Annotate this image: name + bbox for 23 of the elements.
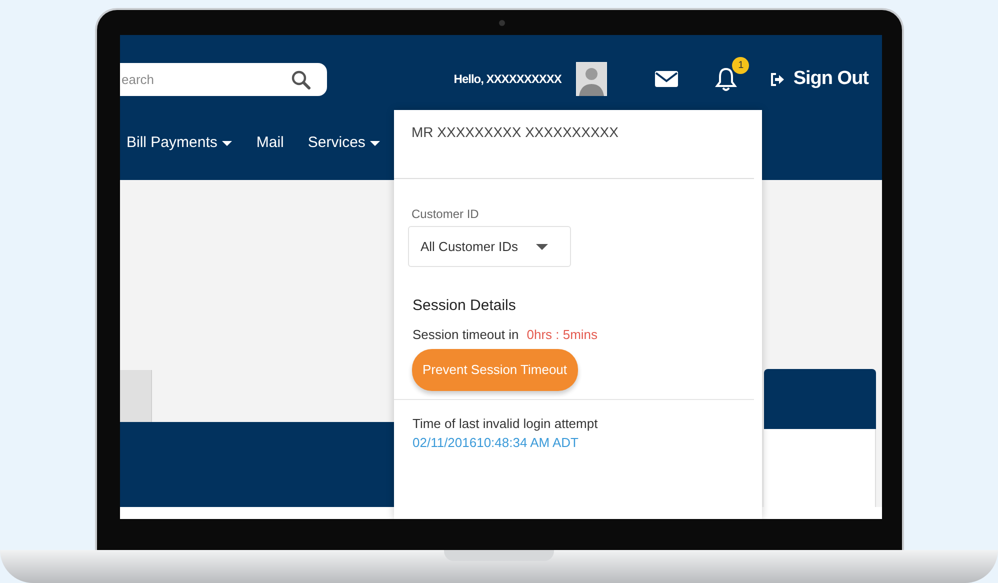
webcam-dot [499,20,505,26]
sign-out-link[interactable]: Sign Out [770,64,868,94]
sign-out-icon [770,72,786,86]
nav-link[interactable]: Mail [256,132,284,155]
field-label: Customer ID [412,206,480,223]
caret-icon [536,244,548,250]
notification-count: 1 [732,57,750,74]
bell-icon[interactable] [715,67,738,91]
timeout-value: 0hrs : 5mins [526,326,598,344]
search-field[interactable]: earch [120,62,326,96]
timeout-label: Session timeout in [412,326,519,344]
login-attempt-label: Time of last invalid login attempt [412,414,599,433]
avatar-silhouette [576,62,608,96]
section-title: Session Details [412,296,517,316]
mail-icon[interactable] [655,71,678,87]
search-icon[interactable] [290,70,310,90]
greeting-text: Hello, XXXXXXXXXX [454,71,562,88]
login-attempt-time: 02/11/201610:48:34 AM ADT [412,434,580,452]
nav-link[interactable]: Bill Payments [126,132,232,155]
tab-panel [120,370,152,422]
customer-id-select[interactable]: All Customer IDs [408,226,570,267]
nav-link[interactable]: Services [308,132,380,155]
customer-name: MR XXXXXXXXX XXXXXXXXXX [394,110,754,179]
